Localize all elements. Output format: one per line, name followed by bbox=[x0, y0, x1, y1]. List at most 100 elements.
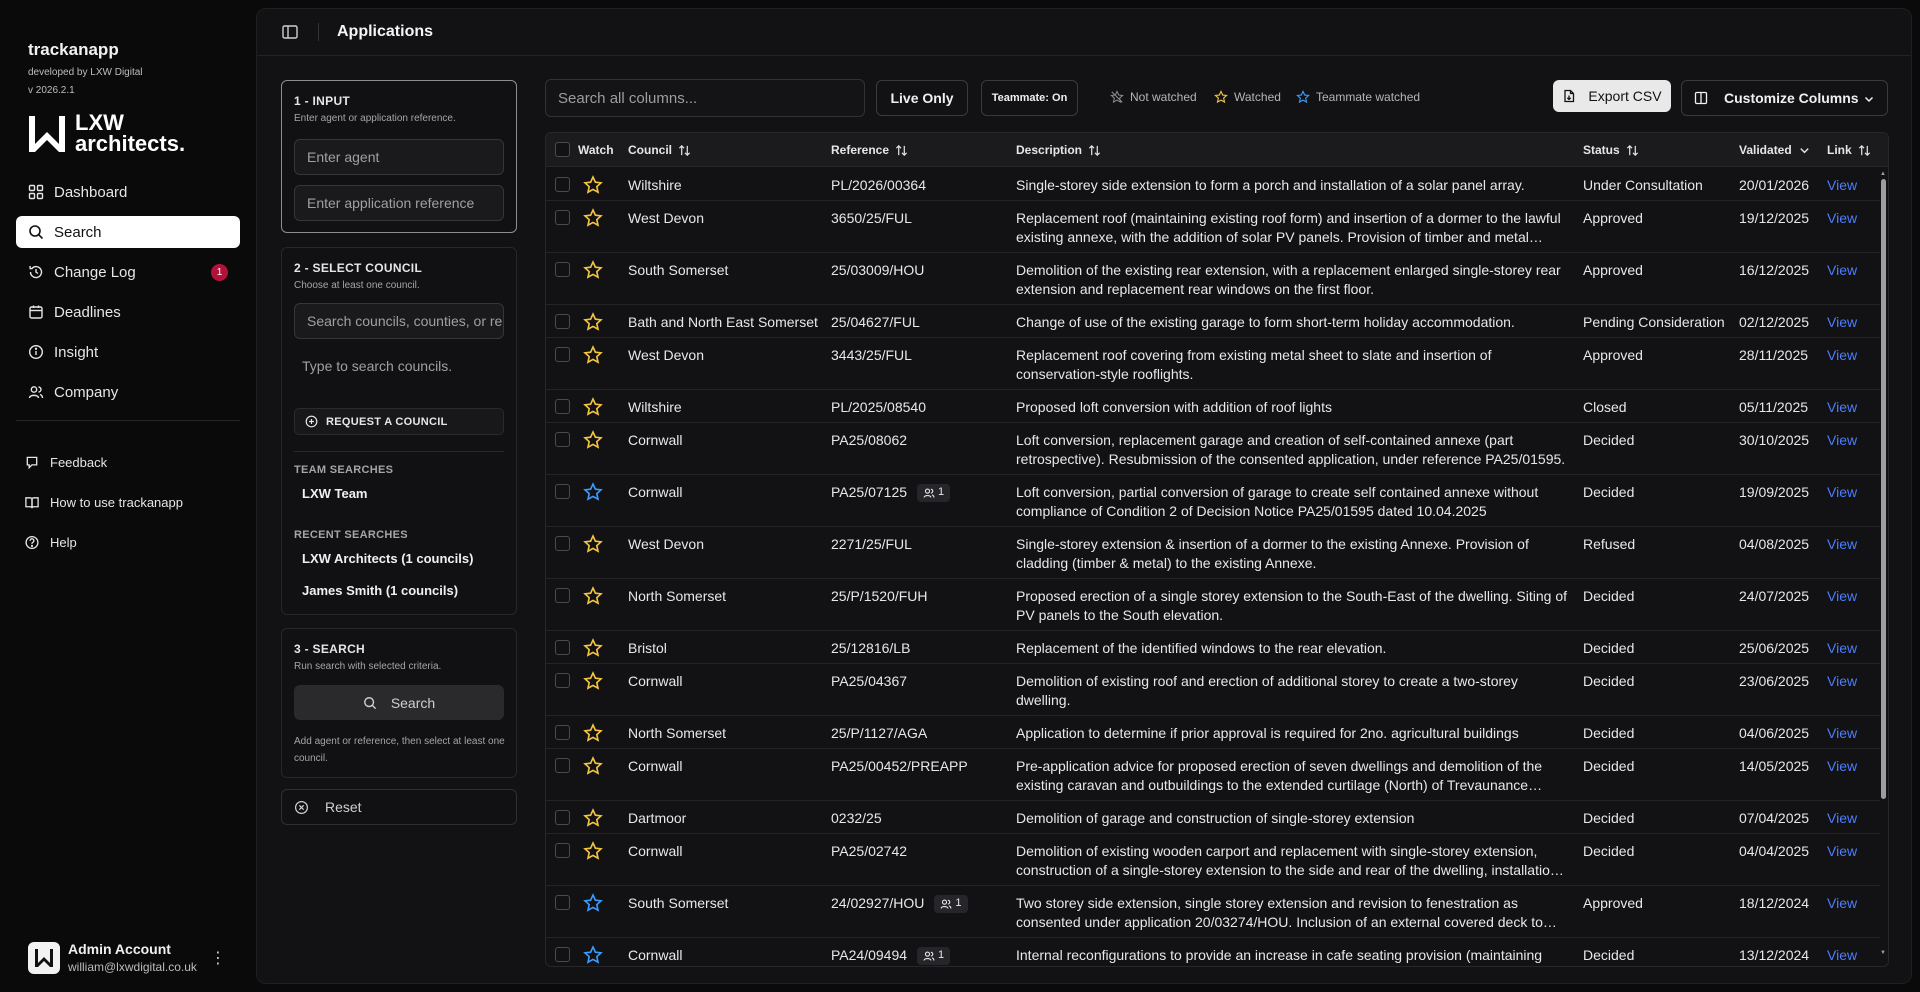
table-row[interactable]: West Devon 2271/25/FUL Single-storey exten… bbox=[546, 527, 1880, 579]
row-checkbox[interactable] bbox=[555, 347, 570, 362]
star-icon[interactable] bbox=[583, 312, 603, 332]
row-checkbox[interactable] bbox=[555, 399, 570, 414]
table-row[interactable]: Wiltshire PL/2025/08540 Proposed loft conv… bbox=[546, 390, 1880, 423]
star-icon[interactable] bbox=[583, 756, 603, 776]
row-checkbox[interactable] bbox=[555, 177, 570, 192]
nav-item-dashboard[interactable]: Dashboard bbox=[16, 176, 240, 208]
star-icon[interactable] bbox=[583, 638, 603, 658]
chevron-down-icon[interactable] bbox=[1798, 144, 1811, 157]
sort-icon[interactable] bbox=[1626, 144, 1639, 157]
view-link[interactable]: View bbox=[1827, 346, 1857, 365]
star-icon[interactable] bbox=[583, 841, 603, 861]
star-icon[interactable] bbox=[583, 671, 603, 691]
nav-item-help[interactable]: Help bbox=[16, 527, 240, 557]
recent-search-item[interactable]: LXW Architects (1 councils) bbox=[302, 551, 473, 566]
table-row[interactable]: Bath and North East Somerset 25/04627/FUL… bbox=[546, 305, 1880, 338]
agent-input[interactable] bbox=[294, 139, 504, 175]
row-checkbox[interactable] bbox=[555, 758, 570, 773]
view-link[interactable]: View bbox=[1827, 894, 1857, 913]
application-reference-input[interactable] bbox=[294, 185, 504, 221]
nav-item-company[interactable]: Company bbox=[16, 376, 240, 408]
table-row[interactable]: Cornwall PA25/08062 Loft conversion, repla… bbox=[546, 423, 1880, 475]
view-link[interactable]: View bbox=[1827, 842, 1857, 861]
row-checkbox[interactable] bbox=[555, 314, 570, 329]
table-row[interactable]: Cornwall PA24/09494 1 Internal reconfigurat… bbox=[546, 938, 1880, 966]
nav-item-how-to-use[interactable]: How to use trackanapp bbox=[16, 487, 240, 517]
scroll-down-icon[interactable]: ▼ bbox=[1880, 950, 1887, 956]
view-link[interactable]: View bbox=[1827, 398, 1857, 417]
export-csv-button[interactable]: Export CSV bbox=[1553, 80, 1671, 112]
view-link[interactable]: View bbox=[1827, 313, 1857, 332]
view-link[interactable]: View bbox=[1827, 757, 1857, 776]
council-search-input[interactable] bbox=[294, 303, 504, 339]
table-row[interactable]: North Somerset 25/P/1520/FUH Proposed erec… bbox=[546, 579, 1880, 631]
view-link[interactable]: View bbox=[1827, 209, 1857, 228]
team-search-item[interactable]: LXW Team bbox=[302, 486, 368, 501]
live-only-button[interactable]: Live Only bbox=[876, 80, 968, 116]
star-icon[interactable] bbox=[583, 482, 603, 502]
view-link[interactable]: View bbox=[1827, 535, 1857, 554]
star-icon[interactable] bbox=[583, 586, 603, 606]
table-row[interactable]: Cornwall PA25/02742 Demolition of existing… bbox=[546, 834, 1880, 886]
row-checkbox[interactable] bbox=[555, 588, 570, 603]
view-link[interactable]: View bbox=[1827, 724, 1857, 743]
table-row[interactable]: South Somerset 25/03009/HOU Demolition of … bbox=[546, 253, 1880, 305]
row-checkbox[interactable] bbox=[555, 210, 570, 225]
row-checkbox[interactable] bbox=[555, 895, 570, 910]
row-checkbox[interactable] bbox=[555, 843, 570, 858]
header-description[interactable]: Description bbox=[1016, 143, 1101, 157]
teammate-toggle-button[interactable]: Teammate: On bbox=[981, 80, 1078, 116]
nav-item-insight[interactable]: Insight bbox=[16, 336, 240, 368]
more-vertical-icon[interactable]: ⋮ bbox=[210, 948, 226, 968]
sort-icon[interactable] bbox=[1088, 144, 1101, 157]
view-link[interactable]: View bbox=[1827, 483, 1857, 502]
row-checkbox[interactable] bbox=[555, 725, 570, 740]
recent-search-item[interactable]: James Smith (1 councils) bbox=[302, 583, 458, 598]
nav-item-search[interactable]: Search bbox=[16, 216, 240, 248]
view-link[interactable]: View bbox=[1827, 176, 1857, 195]
scrollbar-thumb[interactable] bbox=[1881, 179, 1886, 799]
star-icon[interactable] bbox=[583, 893, 603, 913]
row-checkbox[interactable] bbox=[555, 810, 570, 825]
star-icon[interactable] bbox=[583, 430, 603, 450]
account-menu[interactable]: Admin Account william@lxwdigital.co.uk ⋮ bbox=[28, 940, 240, 976]
reset-button[interactable]: Reset bbox=[281, 789, 517, 825]
view-link[interactable]: View bbox=[1827, 587, 1857, 606]
table-row[interactable]: Cornwall PA25/04367 Demolition of existing… bbox=[546, 664, 1880, 716]
table-row[interactable]: Cornwall PA25/07125 1 Loft conversion, part… bbox=[546, 475, 1880, 527]
header-validated[interactable]: Validated bbox=[1739, 143, 1811, 157]
search-button[interactable]: Search bbox=[294, 685, 504, 720]
view-link[interactable]: View bbox=[1827, 431, 1857, 450]
header-status[interactable]: Status bbox=[1583, 143, 1639, 157]
star-icon[interactable] bbox=[583, 534, 603, 554]
star-icon[interactable] bbox=[583, 808, 603, 828]
row-checkbox[interactable] bbox=[555, 432, 570, 447]
table-row[interactable]: West Devon 3443/25/FUL Replacement roof co… bbox=[546, 338, 1880, 390]
view-link[interactable]: View bbox=[1827, 672, 1857, 691]
scroll-up-icon[interactable]: ▲ bbox=[1880, 171, 1887, 177]
row-checkbox[interactable] bbox=[555, 484, 570, 499]
star-icon[interactable] bbox=[583, 260, 603, 280]
row-checkbox[interactable] bbox=[555, 262, 570, 277]
sidebar-toggle-icon[interactable] bbox=[281, 23, 299, 41]
table-row[interactable]: Wiltshire PL/2026/00364 Single-storey side… bbox=[546, 168, 1880, 201]
star-icon[interactable] bbox=[583, 208, 603, 228]
table-search-input[interactable] bbox=[545, 79, 865, 117]
request-council-button[interactable]: REQUEST A COUNCIL bbox=[294, 408, 504, 435]
header-council[interactable]: Council bbox=[628, 143, 691, 157]
view-link[interactable]: View bbox=[1827, 261, 1857, 280]
table-row[interactable]: Bristol 25/12816/LB Replacement of the ide… bbox=[546, 631, 1880, 664]
sort-icon[interactable] bbox=[678, 144, 691, 157]
table-row[interactable]: Dartmoor 0232/25 Demolition of garage and … bbox=[546, 801, 1880, 834]
nav-item-change-log[interactable]: Change Log 1 bbox=[16, 256, 240, 288]
sort-icon[interactable] bbox=[1858, 144, 1871, 157]
star-icon[interactable] bbox=[583, 175, 603, 195]
table-row[interactable]: North Somerset 25/P/1127/AGA Application t… bbox=[546, 716, 1880, 749]
view-link[interactable]: View bbox=[1827, 639, 1857, 658]
customize-columns-button[interactable]: Customize Columns bbox=[1681, 80, 1888, 116]
table-row[interactable]: West Devon 3650/25/FUL Replacement roof (m… bbox=[546, 201, 1880, 253]
row-checkbox[interactable] bbox=[555, 673, 570, 688]
nav-item-deadlines[interactable]: Deadlines bbox=[16, 296, 240, 328]
star-icon[interactable] bbox=[583, 945, 603, 965]
table-row[interactable]: Cornwall PA25/00452/PREAPP Pre-application… bbox=[546, 749, 1880, 801]
